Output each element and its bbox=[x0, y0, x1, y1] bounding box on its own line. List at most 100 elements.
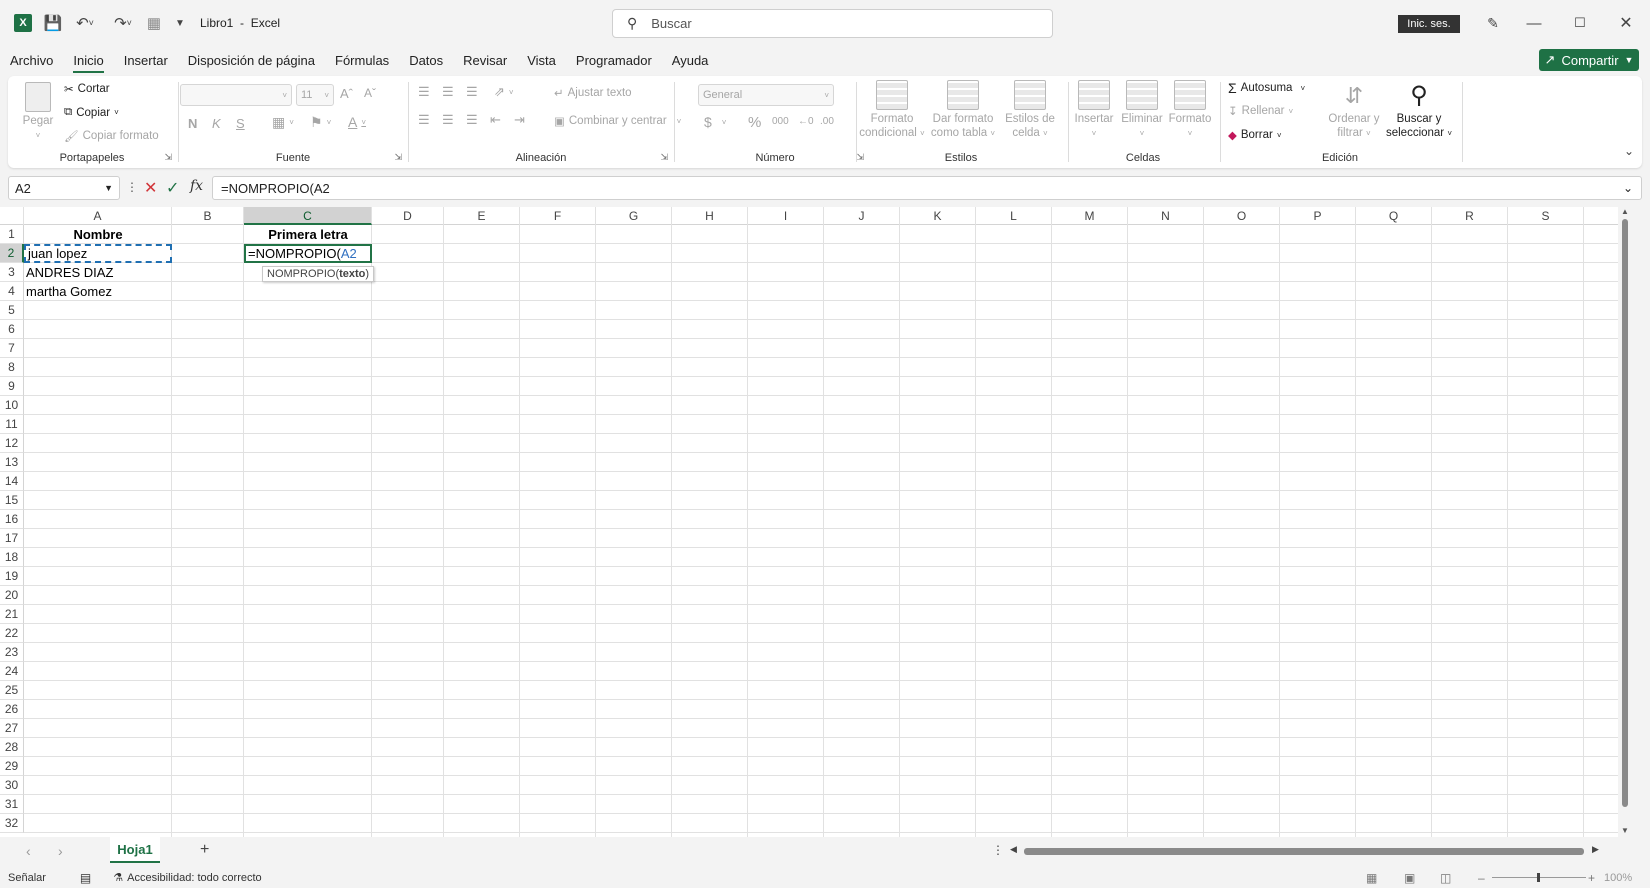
delete-cells-button[interactable]: Eliminar ˅ bbox=[1118, 80, 1166, 141]
vertical-scrollbar[interactable]: ▲ ▼ bbox=[1618, 207, 1632, 837]
column-header-n[interactable]: N bbox=[1128, 207, 1204, 225]
column-header-q[interactable]: Q bbox=[1356, 207, 1432, 225]
zoom-out-icon[interactable]: – bbox=[1478, 871, 1485, 885]
font-size-combo[interactable]: 11 ˅ bbox=[296, 84, 334, 106]
row-header-29[interactable]: 29 bbox=[0, 757, 24, 776]
scroll-up-icon[interactable]: ▲ bbox=[1621, 207, 1629, 216]
row-header-6[interactable]: 6 bbox=[0, 320, 24, 339]
row-header-16[interactable]: 16 bbox=[0, 510, 24, 529]
tab-datos[interactable]: Datos bbox=[399, 46, 453, 76]
insert-cells-button[interactable]: Insertar ˅ bbox=[1070, 80, 1118, 141]
sheet-options-icon[interactable]: ⋮ bbox=[992, 843, 1004, 857]
column-header-h[interactable]: H bbox=[672, 207, 748, 225]
tab-programador[interactable]: Programador bbox=[566, 46, 662, 76]
column-header-s[interactable]: S bbox=[1508, 207, 1584, 225]
font-color-icon[interactable]: A ˅ bbox=[348, 114, 366, 130]
tab-inicio[interactable]: Inicio bbox=[63, 46, 113, 76]
search-box[interactable]: ⚲ Buscar bbox=[612, 9, 1053, 38]
format-cells-button[interactable]: Formato ˅ bbox=[1166, 80, 1214, 141]
italic-button[interactable]: K bbox=[212, 116, 221, 131]
row-header-21[interactable]: 21 bbox=[0, 605, 24, 624]
row-header-10[interactable]: 10 bbox=[0, 396, 24, 415]
row-header-19[interactable]: 19 bbox=[0, 567, 24, 586]
row-header-28[interactable]: 28 bbox=[0, 738, 24, 757]
column-header-g[interactable]: G bbox=[596, 207, 672, 225]
underline-button[interactable]: S bbox=[236, 116, 245, 131]
column-header-a[interactable]: A bbox=[24, 207, 172, 225]
prev-sheet-icon[interactable]: ‹ bbox=[26, 843, 31, 859]
find-select-button[interactable]: ⚲ Buscar y seleccionar ˅ bbox=[1384, 80, 1454, 141]
orientation-icon[interactable]: ⇗ ˅ bbox=[494, 84, 514, 100]
currency-icon[interactable]: $ ˅ bbox=[704, 114, 726, 130]
wrap-text-button[interactable]: ↵ Ajustar texto bbox=[554, 86, 632, 100]
pen-icon[interactable]: ✎ bbox=[1482, 12, 1504, 34]
cell-c2[interactable]: =NOMPROPIO(A2 bbox=[244, 244, 372, 263]
customize-qat-icon[interactable]: ▼ bbox=[172, 12, 188, 34]
fill-color-icon[interactable]: ⚑ ˅ bbox=[310, 114, 331, 131]
column-header-f[interactable]: F bbox=[520, 207, 596, 225]
row-header-25[interactable]: 25 bbox=[0, 681, 24, 700]
align-bottom-icon[interactable]: ☰ bbox=[466, 84, 478, 100]
bold-button[interactable]: N bbox=[188, 116, 197, 131]
row-header-9[interactable]: 9 bbox=[0, 377, 24, 396]
normal-view-icon[interactable]: ▦ bbox=[1366, 871, 1377, 885]
cell-a2[interactable]: juan lopez bbox=[24, 244, 172, 263]
number-format-combo[interactable]: General ˅ bbox=[698, 84, 834, 106]
row-header-17[interactable]: 17 bbox=[0, 529, 24, 548]
align-left-icon[interactable]: ☰ bbox=[418, 112, 430, 128]
column-header-o[interactable]: O bbox=[1204, 207, 1280, 225]
row-header-11[interactable]: 11 bbox=[0, 415, 24, 434]
next-sheet-icon[interactable]: › bbox=[58, 843, 63, 859]
cell-a3[interactable]: ANDRES DIAZ bbox=[24, 263, 172, 282]
row-header-8[interactable]: 8 bbox=[0, 358, 24, 377]
row-header-24[interactable]: 24 bbox=[0, 662, 24, 681]
close-icon[interactable]: ✕ bbox=[1612, 12, 1640, 34]
align-center-icon[interactable]: ☰ bbox=[442, 112, 454, 128]
worksheet-grid[interactable]: ABCDEFGHIJKLMNOPQRS 1 2 3 4 5 6 7 8 9 10 11 12 13 14 1… bbox=[0, 207, 1632, 837]
expand-formula-icon[interactable]: ⌄ bbox=[1623, 181, 1633, 195]
column-header-i[interactable]: I bbox=[748, 207, 824, 225]
row-header-30[interactable]: 30 bbox=[0, 776, 24, 795]
select-all-corner[interactable] bbox=[0, 207, 24, 225]
clear-button[interactable]: ◆ Borrar ˅ bbox=[1228, 128, 1281, 142]
save-icon[interactable]: 💾 bbox=[42, 12, 64, 34]
format-painter-button[interactable]: 🖌 Copiar formato bbox=[64, 129, 159, 143]
row-header-13[interactable]: 13 bbox=[0, 453, 24, 472]
dialog-launcher-icon[interactable]: ⇲ bbox=[164, 152, 172, 163]
zoom-in-icon[interactable]: + bbox=[1588, 871, 1595, 885]
percent-icon[interactable]: % bbox=[748, 114, 761, 131]
sort-filter-button[interactable]: ⇵ Ordenar y filtrar ˅ bbox=[1326, 80, 1382, 141]
paste-button[interactable]: Pegar ˅ bbox=[20, 82, 56, 143]
row-header-3[interactable]: 3 bbox=[0, 263, 24, 282]
row-header-31[interactable]: 31 bbox=[0, 795, 24, 814]
row-header-4[interactable]: 4 bbox=[0, 282, 24, 301]
row-header-1[interactable]: 1 bbox=[0, 225, 24, 244]
column-header-k[interactable]: K bbox=[900, 207, 976, 225]
column-header-b[interactable]: B bbox=[172, 207, 244, 225]
decrease-indent-icon[interactable]: ⇤ bbox=[490, 112, 501, 128]
autosum-button[interactable]: Σ Autosuma ˅ bbox=[1228, 80, 1305, 96]
zoom-level[interactable]: 100% bbox=[1604, 872, 1632, 884]
row-header-12[interactable]: 12 bbox=[0, 434, 24, 453]
row-header-2[interactable]: 2 bbox=[0, 244, 24, 263]
insert-function-icon[interactable]: fx bbox=[190, 178, 203, 194]
macro-record-icon[interactable]: ▤ bbox=[80, 871, 91, 885]
align-top-icon[interactable]: ☰ bbox=[418, 84, 430, 100]
cell-a4[interactable]: martha Gomez bbox=[24, 282, 172, 301]
cancel-icon[interactable]: ✕ bbox=[144, 178, 157, 198]
row-header-23[interactable]: 23 bbox=[0, 643, 24, 662]
scroll-right-icon[interactable]: ▶ bbox=[1592, 844, 1599, 855]
grow-font-icon[interactable]: Aˆ bbox=[340, 86, 353, 101]
add-sheet-icon[interactable]: + bbox=[200, 841, 209, 859]
row-header-32[interactable]: 32 bbox=[0, 814, 24, 833]
horizontal-scroll-thumb[interactable] bbox=[1024, 848, 1584, 855]
maximize-icon[interactable]: ☐ bbox=[1566, 12, 1594, 34]
redo-icon[interactable]: ↷ ˅ bbox=[108, 12, 138, 34]
vertical-scroll-thumb[interactable] bbox=[1622, 219, 1628, 807]
share-button[interactable]: ↗ Compartir ▼ bbox=[1539, 49, 1639, 71]
increase-decimal-icon[interactable]: ←0 bbox=[798, 116, 814, 127]
row-header-7[interactable]: 7 bbox=[0, 339, 24, 358]
shrink-font-icon[interactable]: Aˇ bbox=[364, 86, 376, 100]
column-header-c[interactable]: C bbox=[244, 207, 372, 225]
row-header-22[interactable]: 22 bbox=[0, 624, 24, 643]
